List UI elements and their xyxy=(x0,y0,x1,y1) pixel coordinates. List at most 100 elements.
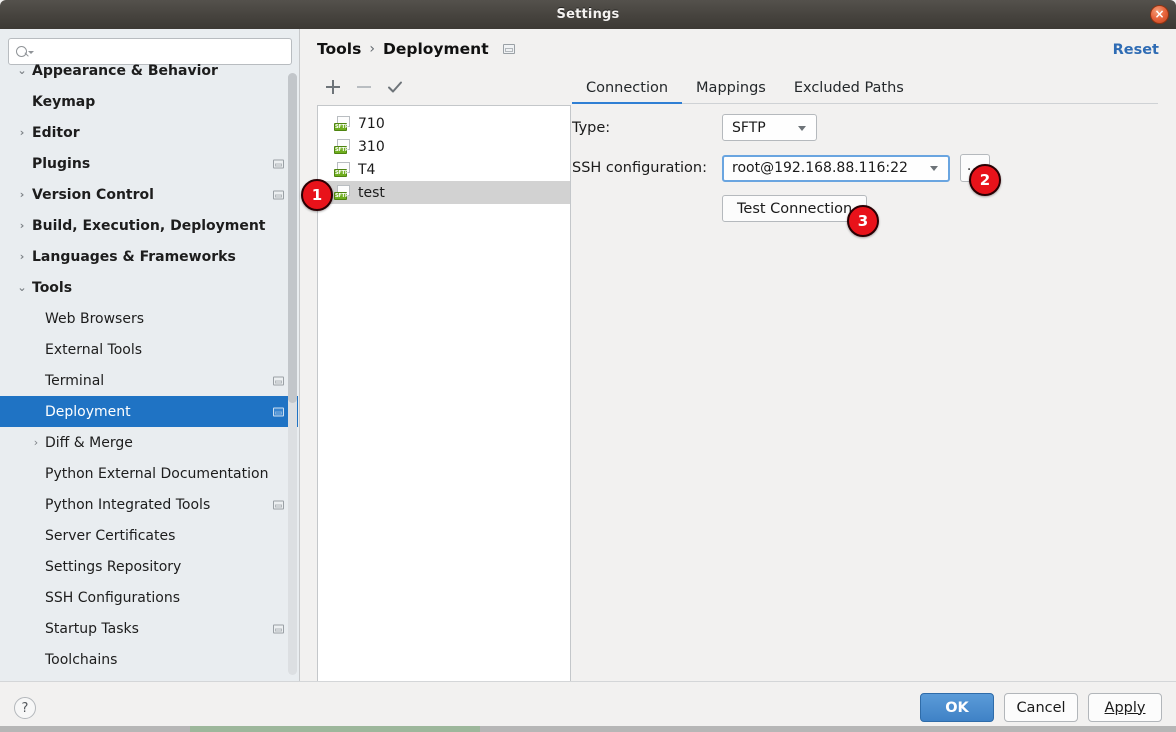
sidebar-item-settings-repository[interactable]: Settings Repository xyxy=(0,551,298,582)
sidebar-item-terminal[interactable]: Terminal xyxy=(0,365,298,396)
sidebar-item-version-control[interactable]: › Version Control xyxy=(0,179,298,210)
chevron-right-icon: › xyxy=(19,126,25,139)
sidebar-item-web-browsers[interactable]: Web Browsers xyxy=(0,303,298,334)
deployment-tabs: Connection Mappings Excluded Paths xyxy=(572,73,1158,104)
annotation-badge-3: 3 xyxy=(847,205,879,237)
sidebar-item-server-certificates[interactable]: Server Certificates xyxy=(0,520,298,551)
sidebar-item-label: Terminal xyxy=(45,372,105,389)
settings-sync-icon xyxy=(273,624,284,633)
sidebar-item-plugins[interactable]: Plugins xyxy=(0,148,298,179)
sidebar-item-appearance-behavior[interactable]: ⌄ Appearance & Behavior xyxy=(0,55,298,86)
ssh-configuration-label: SSH configuration: xyxy=(572,160,707,176)
settings-sidebar: ⌄ Appearance & Behavior Keymap › Editor Plugi… xyxy=(0,29,300,681)
settings-sync-icon xyxy=(273,500,284,509)
check-icon[interactable] xyxy=(386,78,404,96)
sidebar-item-label: Server Certificates xyxy=(45,527,176,544)
ssh-configuration-row: SSH configuration: root@192.168.88.116:2… xyxy=(572,154,1158,182)
server-name: T4 xyxy=(358,161,376,178)
sidebar-item-toolchains[interactable]: Toolchains xyxy=(0,644,298,675)
sidebar-item-label: Python External Documentation xyxy=(45,465,269,482)
type-select[interactable]: SFTP xyxy=(722,114,817,141)
type-label: Type: xyxy=(572,119,611,136)
window-title: Settings xyxy=(556,7,620,22)
sidebar-item-python-external-documentation[interactable]: Python External Documentation xyxy=(0,458,298,489)
sidebar-item-label: Deployment xyxy=(45,403,131,420)
apply-button-label: Apply xyxy=(1104,699,1146,716)
sidebar-scrollbar-track[interactable] xyxy=(288,73,297,675)
sidebar-item-startup-tasks[interactable]: Startup Tasks xyxy=(0,613,298,644)
server-name: 310 xyxy=(358,138,385,155)
sidebar-item-label: Tools xyxy=(32,279,73,296)
sidebar-item-editor[interactable]: › Editor xyxy=(0,117,298,148)
sidebar-item-label: Startup Tasks xyxy=(45,620,139,637)
plus-icon[interactable] xyxy=(324,78,342,96)
dialog-footer: ? OK Cancel Apply xyxy=(0,681,1176,732)
chevron-down-icon xyxy=(930,166,938,171)
settings-tree: ⌄ Appearance & Behavior Keymap › Editor Plugi… xyxy=(0,55,298,681)
sidebar-item-label: Diff & Merge xyxy=(45,434,133,451)
copy-settings-icon[interactable] xyxy=(502,44,515,54)
sidebar-item-keymap[interactable]: Keymap xyxy=(0,86,298,117)
type-select-value: SFTP xyxy=(732,119,766,136)
sidebar-item-label: Languages & Frameworks xyxy=(32,248,236,265)
chevron-down-icon xyxy=(798,125,806,131)
server-list-item[interactable]: SFTP test xyxy=(318,181,570,204)
sidebar-item-label: External Tools xyxy=(45,341,143,358)
server-list-item[interactable]: SFTP 710 xyxy=(318,112,570,135)
server-list[interactable]: SFTP 710 SFTP 310 SFTP T4 SFTP test xyxy=(317,105,571,695)
sidebar-item-languages-frameworks[interactable]: › Languages & Frameworks xyxy=(0,241,298,272)
reset-link[interactable]: Reset xyxy=(1113,42,1159,58)
tab-excluded-paths[interactable]: Excluded Paths xyxy=(780,80,918,103)
type-row: Type: SFTP xyxy=(572,114,1158,141)
footer-buttons: OK Cancel Apply xyxy=(920,693,1162,722)
sftp-server-icon: SFTP xyxy=(334,185,351,200)
chevron-down-icon: ⌄ xyxy=(17,64,27,77)
ssh-configuration-select[interactable]: root@192.168.88.116:22 xyxy=(722,154,950,182)
settings-sync-icon xyxy=(273,190,284,199)
sidebar-item-deployment[interactable]: Deployment xyxy=(0,396,298,427)
help-icon[interactable]: ? xyxy=(14,697,36,719)
server-list-toolbar xyxy=(317,73,571,101)
sidebar-item-python-integrated-tools[interactable]: Python Integrated Tools xyxy=(0,489,298,520)
ok-button[interactable]: OK xyxy=(920,693,994,722)
minus-icon[interactable] xyxy=(355,78,373,96)
sidebar-item-tools[interactable]: ⌄ Tools xyxy=(0,272,298,303)
breadcrumb-separator: › xyxy=(369,41,375,57)
sidebar-item-external-tools[interactable]: External Tools xyxy=(0,334,298,365)
window-titlebar: Settings × xyxy=(0,0,1176,29)
sidebar-item-label: Python Integrated Tools xyxy=(45,496,211,513)
sidebar-item-label: Keymap xyxy=(32,93,96,110)
sidebar-item-label: Web Browsers xyxy=(45,310,144,327)
cancel-button[interactable]: Cancel xyxy=(1004,693,1078,722)
sftp-server-icon: SFTP xyxy=(334,162,351,177)
settings-sync-icon xyxy=(273,159,284,168)
server-list-item[interactable]: SFTP 310 xyxy=(318,135,570,158)
chevron-down-icon: ⌄ xyxy=(17,281,27,294)
settings-content: Tools › Deployment Reset SFTP 710 SFTP 310 S… xyxy=(300,29,1176,695)
tab-connection[interactable]: Connection xyxy=(572,80,683,104)
close-icon[interactable]: × xyxy=(1150,5,1169,24)
ssh-configuration-value: root@192.168.88.116:22 xyxy=(732,160,908,176)
close-glyph: × xyxy=(1154,7,1165,21)
sidebar-item-label: Toolchains xyxy=(45,651,118,668)
server-list-item[interactable]: SFTP T4 xyxy=(318,158,570,181)
sidebar-item-label: Build, Execution, Deployment xyxy=(32,217,266,234)
test-connection-button[interactable]: Test Connection xyxy=(722,195,868,222)
sidebar-item-label: Version Control xyxy=(32,186,154,203)
tab-mappings[interactable]: Mappings xyxy=(682,80,780,103)
apply-button[interactable]: Apply xyxy=(1088,693,1162,722)
breadcrumb-current: Deployment xyxy=(382,40,489,58)
settings-dialog: ⌄ Appearance & Behavior Keymap › Editor Plugi… xyxy=(0,29,1176,732)
sidebar-item-build-execution-deployment[interactable]: › Build, Execution, Deployment xyxy=(0,210,298,241)
search-dropdown-caret-icon[interactable] xyxy=(28,50,34,54)
sidebar-scrollbar-thumb[interactable] xyxy=(288,73,297,403)
sidebar-item-label: Appearance & Behavior xyxy=(32,62,218,79)
desktop-strip xyxy=(0,726,1176,732)
sidebar-item-label: Plugins xyxy=(32,155,91,172)
sidebar-item-label: Settings Repository xyxy=(45,558,182,575)
breadcrumb-parent[interactable]: Tools xyxy=(317,40,361,58)
sidebar-item-label: SSH Configurations xyxy=(45,589,180,606)
sidebar-item-diff-merge[interactable]: › Diff & Merge xyxy=(0,427,298,458)
sidebar-item-ssh-configurations[interactable]: SSH Configurations xyxy=(0,582,298,613)
chevron-right-icon: › xyxy=(19,250,25,263)
